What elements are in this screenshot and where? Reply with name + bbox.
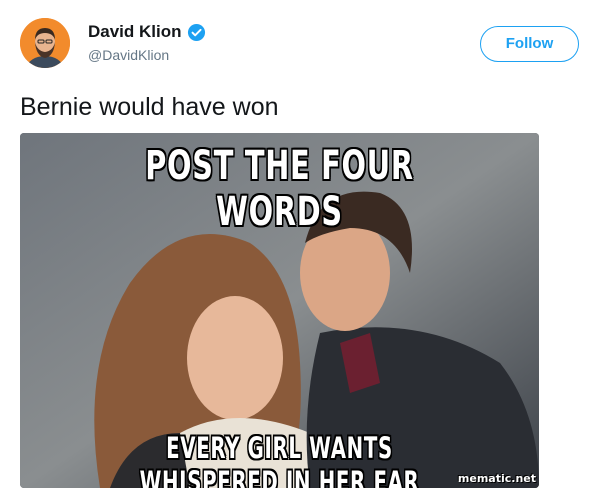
tweet-text: Bernie would have won bbox=[20, 93, 279, 121]
watermark: mematic.net bbox=[457, 472, 536, 485]
verified-badge-icon bbox=[187, 23, 206, 42]
meme-bottom-caption: EVERY GIRL WANTS WHISPERED IN HER EAR bbox=[139, 431, 420, 488]
tweet: David Klion @DavidKlion Follow Bernie wo… bbox=[0, 0, 600, 502]
author-name-row: David Klion bbox=[88, 22, 206, 42]
tweet-media-image[interactable]: POST THE FOUR WORDS EVERY GIRL WANTS WHI… bbox=[20, 133, 539, 488]
avatar-image bbox=[20, 18, 70, 68]
author-handle[interactable]: @DavidKlion bbox=[88, 47, 169, 63]
follow-button[interactable]: Follow bbox=[480, 26, 579, 62]
author-display-name[interactable]: David Klion bbox=[88, 22, 182, 42]
meme-top-caption: POST THE FOUR WORDS bbox=[145, 143, 414, 235]
avatar[interactable] bbox=[20, 18, 70, 68]
